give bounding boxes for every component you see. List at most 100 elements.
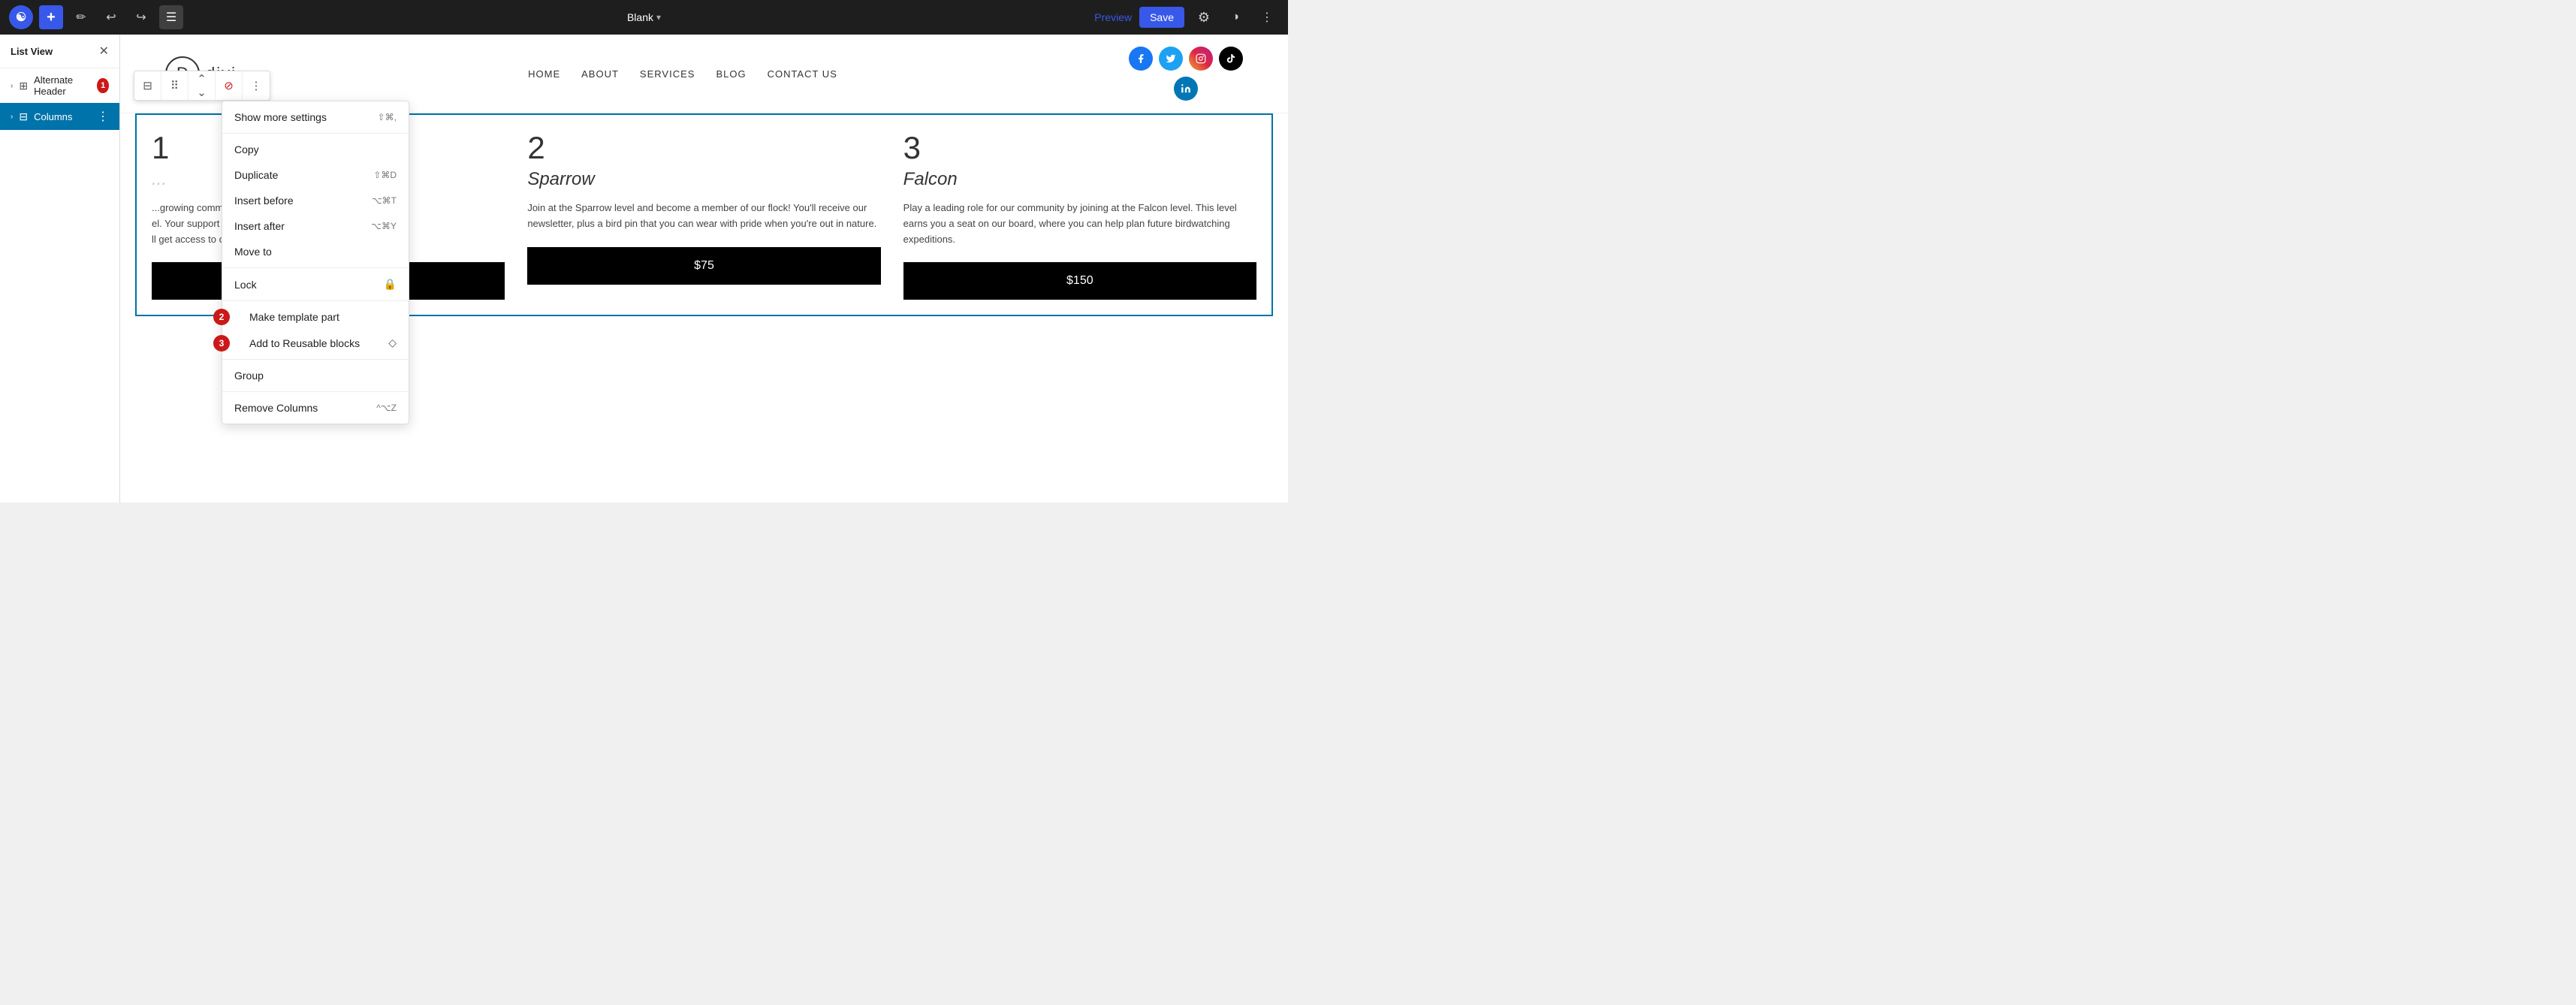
facebook-icon[interactable]: [1129, 47, 1153, 71]
more-icon-toolbar: ⋮: [251, 79, 262, 92]
drag-icon: ⠿: [170, 79, 179, 92]
columns-type-button[interactable]: ⊟: [134, 71, 161, 100]
contrast-button[interactable]: ◑: [1223, 5, 1247, 29]
list-view-icon: ☰: [166, 10, 176, 25]
menu-label-duplicate: Duplicate: [234, 169, 278, 181]
badge-3: 3: [213, 335, 230, 352]
plus-icon: +: [47, 9, 56, 26]
menu-item-group[interactable]: Group: [222, 363, 409, 388]
more-toolbar-button[interactable]: ⋮: [243, 71, 270, 100]
social-row-top: [1129, 47, 1243, 71]
pricing-card-2: 2 Sparrow Join at the Sparrow level and …: [527, 130, 880, 300]
menu-label-make-template-part: Make template part: [249, 311, 339, 323]
badge-2: 2: [213, 309, 230, 325]
preview-button[interactable]: Preview: [1094, 11, 1132, 23]
up-down-icon: ⌃⌄: [197, 72, 207, 99]
menu-item-add-reusable-blocks[interactable]: 3 Add to Reusable blocks ◇: [222, 330, 409, 356]
nav-contact[interactable]: CONTACT US: [768, 68, 837, 80]
pricing-btn-2[interactable]: $75: [527, 247, 880, 285]
sidebar-item-columns[interactable]: › ⊟ Columns ⋮: [0, 103, 119, 130]
toolbar-center: Blank ▾: [627, 11, 661, 23]
menu-item-show-more-settings[interactable]: Show more settings ⇧⌘,: [222, 104, 409, 130]
doc-title[interactable]: Blank ▾: [627, 11, 661, 23]
nav-home[interactable]: HOME: [528, 68, 560, 80]
contrast-icon: ◑: [1232, 11, 1239, 24]
redo-button[interactable]: ↪: [129, 5, 153, 29]
list-view-button[interactable]: ☰: [159, 5, 183, 29]
sidebar: List View ✕ › ⊞ Alternate Header 1 › ⊟ C…: [0, 35, 120, 502]
toolbar-left: ☯ + ✏ ↩ ↪ ☰: [9, 5, 183, 29]
menu-divider-1: [222, 133, 409, 134]
shortcut-show-more: ⇧⌘,: [378, 112, 397, 122]
tools-button[interactable]: ✏: [69, 5, 93, 29]
menu-label-copy: Copy: [234, 143, 259, 155]
sidebar-header: List View ✕: [0, 35, 119, 68]
menu-divider-4: [222, 359, 409, 360]
delete-button[interactable]: ⊘: [216, 71, 243, 100]
menu-item-insert-after[interactable]: Insert after ⌥⌘Y: [222, 213, 409, 239]
menu-item-copy[interactable]: Copy: [222, 137, 409, 162]
menu-divider-5: [222, 391, 409, 392]
main-layout: List View ✕ › ⊞ Alternate Header 1 › ⊟ C…: [0, 35, 1288, 502]
item-badge-1: 1: [97, 78, 109, 93]
social-row-bottom: [1174, 77, 1198, 101]
menu-label-show-more: Show more settings: [234, 111, 327, 123]
pricing-name-2: Sparrow: [527, 169, 880, 190]
chevron-down-icon: ▾: [656, 12, 661, 23]
pricing-number-2: 2: [527, 130, 880, 166]
menu-divider-3: [222, 300, 409, 301]
block-toolbar: ⊟ ⠿ ⌃⌄ ⊘ ⋮: [134, 71, 270, 101]
menu-item-move-to[interactable]: Move to: [222, 239, 409, 264]
nav-services[interactable]: SERVICES: [640, 68, 695, 80]
sidebar-title: List View: [11, 46, 53, 57]
add-block-button[interactable]: +: [39, 5, 63, 29]
expand-arrow-icon-2: ›: [11, 113, 13, 121]
menu-item-duplicate[interactable]: Duplicate ⇧⌘D: [222, 162, 409, 188]
menu-item-insert-before[interactable]: Insert before ⌥⌘T: [222, 188, 409, 213]
undo-icon: ↩: [106, 10, 116, 25]
top-toolbar: ☯ + ✏ ↩ ↪ ☰ Blank ▾ Preview Save ⚙ ◑: [0, 0, 1288, 35]
wp-logo-letter: ☯: [16, 10, 26, 25]
social-icons: [1129, 47, 1243, 101]
shortcut-insert-before: ⌥⌘T: [372, 195, 397, 206]
menu-label-move-to: Move to: [234, 246, 272, 258]
doc-title-text: Blank: [627, 11, 653, 23]
sidebar-item-alternate-header[interactable]: › ⊞ Alternate Header 1: [0, 68, 119, 103]
pricing-desc-3: Play a leading role for our community by…: [903, 201, 1256, 247]
ellipsis-icon: ⋮: [1261, 10, 1273, 25]
shortcut-remove-columns: ^⌥Z: [376, 403, 397, 413]
wordpress-logo[interactable]: ☯: [9, 5, 33, 29]
settings-button[interactable]: ⚙: [1192, 5, 1216, 29]
block-icon: ⊞: [19, 80, 28, 92]
pricing-card-3: 3 Falcon Play a leading role for our com…: [903, 130, 1256, 300]
redo-icon: ↪: [136, 10, 146, 25]
toolbar-right: Preview Save ⚙ ◑ ⋮: [1094, 5, 1279, 29]
save-button[interactable]: Save: [1139, 7, 1184, 28]
menu-item-lock[interactable]: Lock 🔒: [222, 271, 409, 297]
menu-label-lock: Lock: [234, 279, 257, 291]
pricing-btn-3[interactable]: $150: [903, 262, 1256, 300]
twitter-icon[interactable]: [1159, 47, 1183, 71]
tiktok-icon[interactable]: [1219, 47, 1243, 71]
menu-label-insert-after: Insert after: [234, 220, 285, 232]
nav-about[interactable]: ABOUT: [581, 68, 619, 80]
columns-icon: ⊟: [143, 79, 152, 92]
gear-icon: ⚙: [1198, 10, 1210, 26]
tools-icon: ✏: [76, 10, 86, 25]
columns-block-icon: ⊟: [19, 110, 28, 123]
menu-label-add-reusable: Add to Reusable blocks: [249, 337, 360, 349]
sidebar-close-button[interactable]: ✕: [99, 44, 109, 59]
undo-button[interactable]: ↩: [99, 5, 123, 29]
nav-blog[interactable]: BLOG: [716, 68, 746, 80]
menu-item-make-template-part[interactable]: 2 Make template part: [222, 304, 409, 330]
shortcut-duplicate: ⇧⌘D: [373, 170, 397, 180]
more-icon[interactable]: ⋮: [97, 109, 109, 124]
more-options-button[interactable]: ⋮: [1255, 5, 1279, 29]
drag-handle-button[interactable]: ⠿: [161, 71, 189, 100]
pricing-name-3: Falcon: [903, 169, 1256, 190]
move-up-down-button[interactable]: ⌃⌄: [189, 71, 216, 100]
instagram-icon[interactable]: [1189, 47, 1213, 71]
menu-label-insert-before: Insert before: [234, 195, 294, 207]
linkedin-icon[interactable]: [1174, 77, 1198, 101]
menu-item-remove-columns[interactable]: Remove Columns ^⌥Z: [222, 395, 409, 421]
